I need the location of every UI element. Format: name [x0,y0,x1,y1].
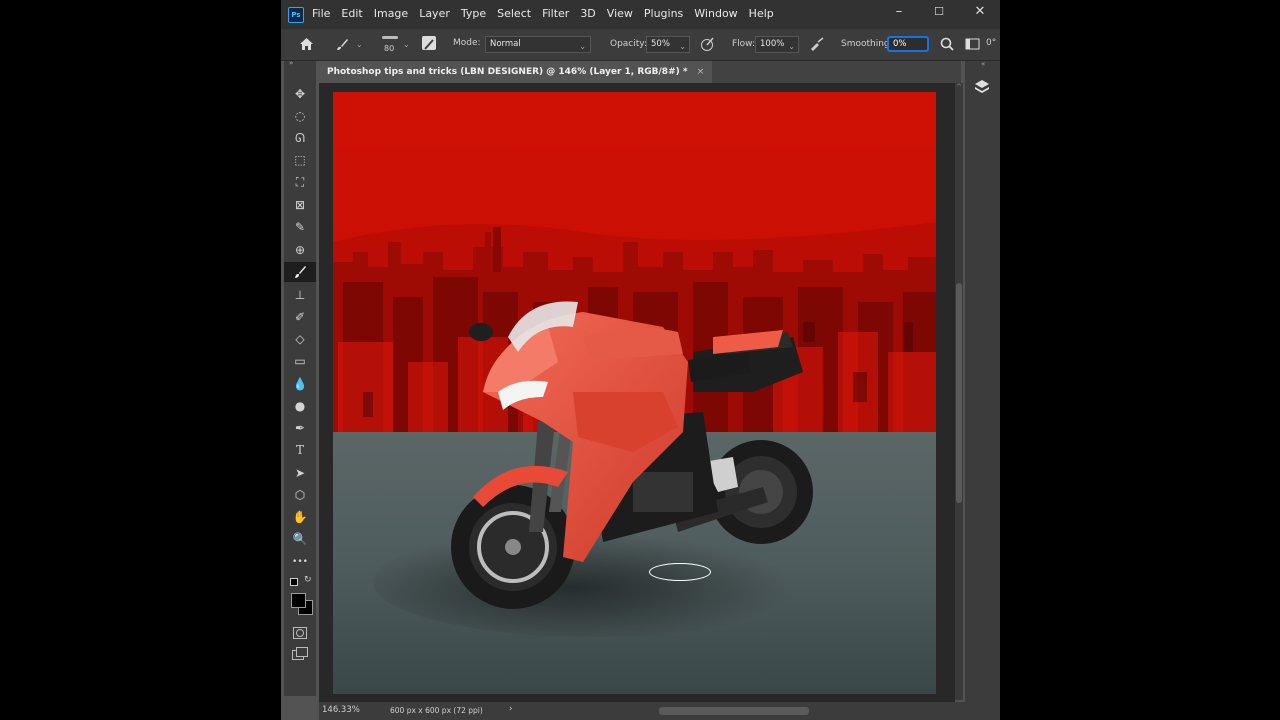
quick-mask-icon[interactable] [293,627,307,639]
path-select-tool[interactable]: ➤ [284,463,316,483]
menu-file[interactable]: File [312,7,330,20]
menu-select[interactable]: Select [497,7,531,20]
crop-tool[interactable]: ⛶ [284,172,316,192]
menu-layer[interactable]: Layer [419,7,450,20]
blur-tool[interactable]: 💧 [284,374,316,394]
airbrush-icon[interactable] [809,37,825,52]
tools-panel: » ✥ ◌ ᘏ ⬚ ⛶ ⊠ ✎ ⊕ ⊥ ✐ ◇ ▭ 💧 ● ✒ T ➤ ⬡ ✋ … [284,59,316,696]
search-icon[interactable] [940,37,954,51]
document-size: 600 px x 600 px (72 ppi) [390,706,483,715]
scroll-up-icon[interactable]: ^ [955,83,963,91]
pen-tool[interactable]: ✒ [284,418,316,438]
eraser-tool[interactable]: ◇ [284,329,316,349]
brush-settings-icon[interactable] [422,36,436,50]
menu-list: File Edit Image Layer Type Select Filter… [312,7,774,20]
menu-window[interactable]: Window [694,7,737,20]
home-icon[interactable] [299,37,314,51]
brush-size-value: 80 [384,44,395,53]
opacity-value: 50% [651,39,670,49]
collapse-icon[interactable]: » [289,59,293,67]
close-tab-icon[interactable]: × [697,67,705,77]
layers-icon[interactable] [974,79,990,95]
maximize-button[interactable]: ☐ [929,5,949,18]
smoothing-field[interactable]: 0% [887,36,929,52]
dodge-tool[interactable]: ● [284,396,316,416]
mode-value: Normal [490,39,521,49]
document-tab-bar: Photoshop tips and tricks (LBN DESIGNER)… [319,61,961,83]
flow-field[interactable]: 100% ⌄ [755,36,799,53]
chevron-down-icon: ⌄ [679,42,686,51]
foreground-color-swatch[interactable] [291,593,306,608]
workspace-icon[interactable] [965,38,980,50]
menu-3d[interactable]: 3D [580,7,595,20]
brush-cursor-icon [649,563,711,581]
opacity-field[interactable]: 50% ⌄ [646,36,690,53]
smoothing-value: 0% [893,39,907,49]
collapse-panels-icon[interactable]: « [981,60,985,68]
frame-tool[interactable]: ⊠ [284,195,316,215]
mode-select[interactable]: Normal ⌄ [485,36,591,53]
eyedropper-tool[interactable]: ✎ [284,217,316,237]
zoom-level[interactable]: 146.33% [322,705,360,715]
angle-value[interactable]: 0° [986,38,996,48]
opacity-label: Opacity: [610,39,647,49]
menu-help[interactable]: Help [749,7,774,20]
menu-type[interactable]: Type [461,7,486,20]
marquee-tool[interactable]: ◌ [284,106,316,126]
chevron-down-icon: ⌄ [788,42,795,51]
status-expand-icon[interactable]: › [509,704,512,714]
horizontal-scroll-thumb[interactable] [659,707,809,715]
gradient-tool[interactable]: ▭ [284,351,316,371]
document-canvas[interactable] [333,92,936,694]
flow-label: Flow: [732,39,756,49]
flow-value: 100% [760,39,785,49]
screen-mode-icon-front [296,647,308,657]
vertical-scrollbar[interactable]: ^ [955,83,963,700]
menu-image[interactable]: Image [374,7,408,20]
vertical-scroll-thumb[interactable] [956,283,962,503]
right-panel-dock: « [965,60,1000,720]
menu-edit[interactable]: Edit [341,7,362,20]
document-title: Photoshop tips and tricks (LBN DESIGNER)… [327,67,688,77]
object-select-tool[interactable]: ⬚ [284,150,316,170]
chevron-down-icon: ⌄ [579,42,586,51]
swap-colors-icon[interactable]: ↻ [304,575,312,585]
document-tab[interactable]: Photoshop tips and tricks (LBN DESIGNER)… [319,61,713,83]
close-window-button[interactable]: ✕ [970,4,990,19]
smoothing-label: Smoothing: [841,39,893,49]
default-colors-icon[interactable] [290,578,298,586]
healing-tool[interactable]: ⊕ [284,240,316,260]
lasso-tool[interactable]: ᘏ [284,128,316,148]
photoshop-logo-icon: Ps [288,7,304,23]
menu-filter[interactable]: Filter [542,7,569,20]
brush-tool[interactable] [284,262,316,282]
brush-preset-icon[interactable] [335,38,349,51]
type-tool[interactable]: T [284,440,316,460]
menu-plugins[interactable]: Plugins [644,7,683,20]
menu-bar: Ps File Edit Image Layer Type Select Fil… [281,0,1000,29]
motorcycle-artwork [333,92,936,694]
mode-label: Mode: [453,38,481,48]
photoshop-window: Ps File Edit Image Layer Type Select Fil… [281,0,1000,720]
more-tools-icon[interactable]: ••• [284,552,316,572]
pressure-opacity-icon[interactable] [700,37,715,52]
status-bar: 146.33% 600 px x 600 px (72 ppi) › [319,702,965,720]
chevron-down-icon[interactable]: ⌄ [356,40,363,49]
minimize-button[interactable]: – [889,4,909,19]
history-brush-tool[interactable]: ✐ [284,307,316,327]
menu-view[interactable]: View [607,7,633,20]
chevron-down-icon[interactable]: ⌄ [403,40,410,49]
shape-tool[interactable]: ⬡ [284,485,316,505]
move-tool[interactable]: ✥ [284,84,316,104]
stamp-tool[interactable]: ⊥ [284,285,316,305]
hand-tool[interactable]: ✋ [284,507,316,527]
zoom-tool[interactable]: 🔍 [284,529,316,549]
brush-tip-icon[interactable] [382,36,398,39]
